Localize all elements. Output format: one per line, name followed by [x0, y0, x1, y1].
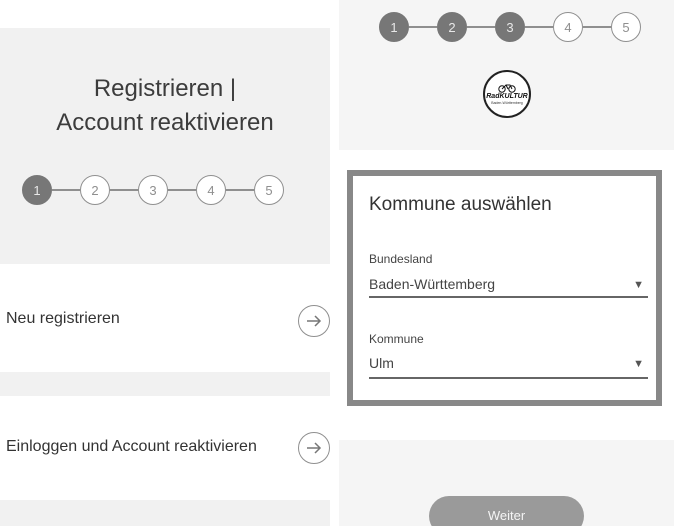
bundesland-select[interactable]: Baden-Württemberg: [369, 276, 495, 292]
separator: [0, 372, 330, 396]
step-2: 2: [80, 175, 110, 205]
register-option-label: Neu registrieren: [6, 310, 120, 327]
separator: [0, 500, 330, 526]
right-screen: 1 2 3 4 5 RadKULTUR Baden-Württemberg Ko…: [339, 0, 674, 526]
step-connector: [525, 26, 553, 28]
arrow-right-icon[interactable]: [298, 305, 330, 337]
radkultur-logo: RadKULTUR Baden-Württemberg: [483, 70, 531, 118]
step-3: 3: [138, 175, 168, 205]
step-connector: [52, 189, 80, 191]
register-option[interactable]: Neu registrieren: [0, 268, 330, 372]
step-1: 1: [379, 12, 409, 42]
step-connector: [110, 189, 138, 191]
bundesland-underline: [369, 296, 648, 298]
logo-subtitle: Baden-Württemberg: [491, 100, 523, 105]
bundesland-label: Bundesland: [369, 252, 433, 266]
kommune-underline: [369, 377, 648, 379]
step-connector: [168, 189, 196, 191]
step-5: 5: [254, 175, 284, 205]
step-3: 3: [495, 12, 525, 42]
page-title: Registrieren | Account reaktivieren: [0, 72, 330, 140]
municipality-form: Kommune auswählen Bundesland Baden-Württ…: [347, 170, 662, 406]
step-indicator: 1 2 3 4 5: [22, 175, 284, 205]
step-connector: [409, 26, 437, 28]
form-title: Kommune auswählen: [369, 194, 552, 215]
next-button[interactable]: Weiter: [429, 496, 584, 526]
login-option-label: Einloggen und Account reaktivieren: [6, 438, 257, 455]
title-line-2: Account reaktivieren: [56, 109, 274, 136]
step-connector: [583, 26, 611, 28]
bicycle-icon: [498, 84, 516, 93]
step-1: 1: [22, 175, 52, 205]
step-connector: [226, 189, 254, 191]
kommune-label: Kommune: [369, 332, 424, 346]
step-4: 4: [196, 175, 226, 205]
left-screen: Registrieren | Account reaktivieren 1 2 …: [0, 0, 337, 526]
title-line-1: Registrieren |: [93, 75, 237, 102]
arrow-right-icon[interactable]: [298, 432, 330, 464]
registration-header: [0, 28, 330, 264]
step-indicator: 1 2 3 4 5: [379, 12, 641, 42]
login-option[interactable]: Einloggen und Account reaktivieren: [0, 396, 330, 500]
step-2: 2: [437, 12, 467, 42]
kommune-select[interactable]: Ulm: [369, 355, 394, 371]
dropdown-caret-icon[interactable]: ▼: [633, 279, 644, 291]
dropdown-caret-icon[interactable]: ▼: [633, 358, 644, 370]
logo-name: RadKULTUR: [486, 92, 528, 100]
step-4: 4: [553, 12, 583, 42]
step-connector: [467, 26, 495, 28]
step-5: 5: [611, 12, 641, 42]
